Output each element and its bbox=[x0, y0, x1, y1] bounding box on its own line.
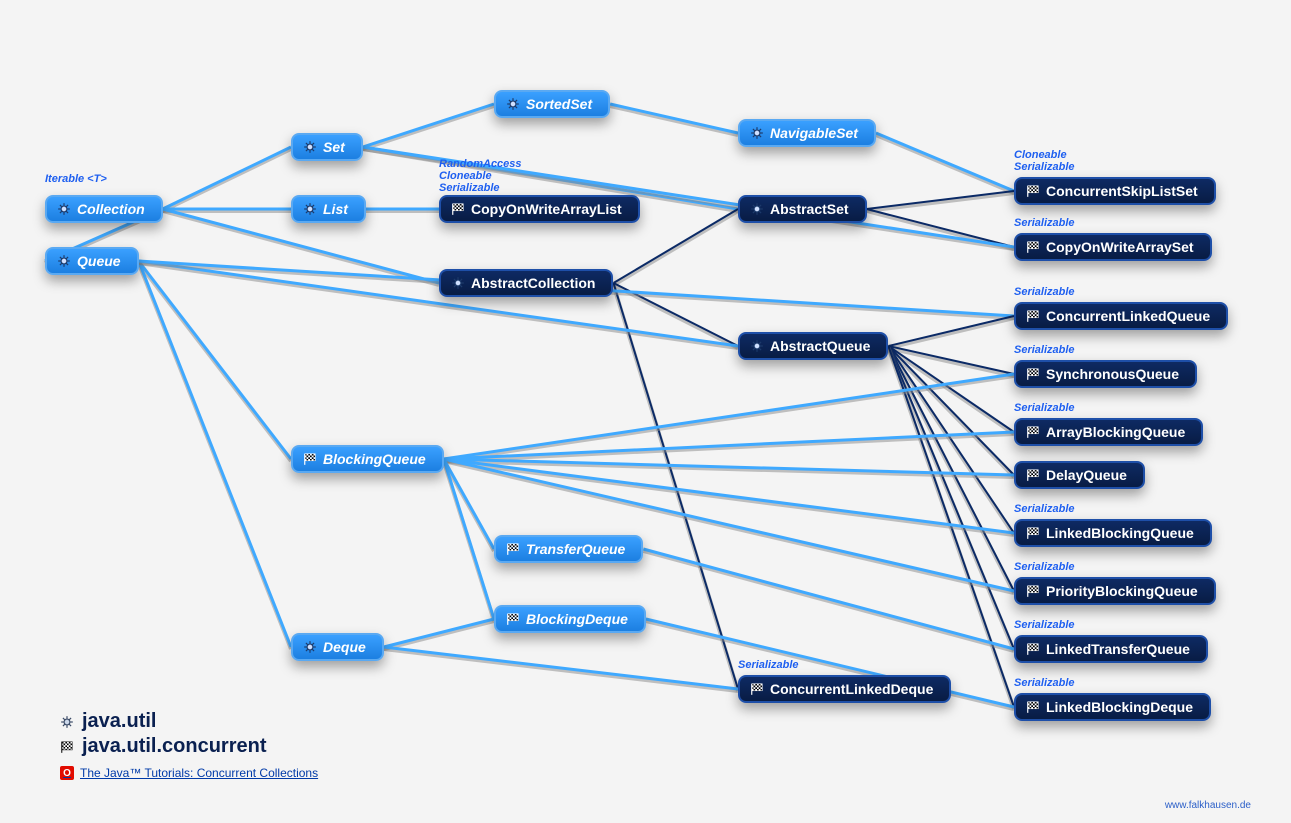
gear-icon bbox=[506, 97, 520, 111]
node-set[interactable]: Set bbox=[291, 133, 363, 161]
flag-icon bbox=[1026, 425, 1040, 439]
node-arrayblockingqueue[interactable]: ArrayBlockingQueue bbox=[1014, 418, 1203, 446]
node-label: Deque bbox=[323, 639, 366, 655]
tag-iterable: Iterable <T> bbox=[45, 173, 107, 185]
flag-icon bbox=[1026, 584, 1040, 598]
node-label: Queue bbox=[77, 253, 121, 269]
tutorial-label: The Java™ Tutorials: Concurrent Collecti… bbox=[80, 766, 318, 780]
legend-util: java.util bbox=[60, 710, 318, 733]
node-linkedblockingqueue[interactable]: LinkedBlockingQueue bbox=[1014, 519, 1212, 547]
gear-icon bbox=[451, 276, 465, 290]
interface-tag: RandomAccessCloneableSerializable bbox=[439, 158, 522, 194]
interface-tag: Serializable bbox=[1014, 344, 1075, 356]
node-linkedtransferqueue[interactable]: LinkedTransferQueue bbox=[1014, 635, 1208, 663]
gear-icon bbox=[57, 202, 71, 216]
diagram-canvas: { "nodes":{ "iterable":{"label":"Iterabl… bbox=[0, 0, 1291, 823]
node-blockingdeque[interactable]: BlockingDeque bbox=[494, 605, 646, 633]
gear-icon bbox=[750, 126, 764, 140]
node-label: DelayQueue bbox=[1046, 467, 1127, 483]
flag-icon bbox=[60, 740, 74, 754]
flag-icon bbox=[1026, 240, 1040, 254]
node-deque[interactable]: Deque bbox=[291, 633, 384, 661]
gear-icon bbox=[303, 140, 317, 154]
flag-icon bbox=[1026, 309, 1040, 323]
flag-icon bbox=[1026, 184, 1040, 198]
node-label: PriorityBlockingQueue bbox=[1046, 583, 1198, 599]
node-delayqueue[interactable]: DelayQueue bbox=[1014, 461, 1145, 489]
node-label: LinkedBlockingDeque bbox=[1046, 699, 1193, 715]
flag-icon bbox=[750, 682, 764, 696]
oracle-icon: O bbox=[60, 766, 74, 780]
flag-icon bbox=[303, 452, 317, 466]
node-label: AbstractSet bbox=[770, 201, 849, 217]
legend: java.util java.util.concurrent O The Jav… bbox=[60, 710, 318, 780]
node-transferqueue[interactable]: TransferQueue bbox=[494, 535, 643, 563]
tutorial-link[interactable]: O The Java™ Tutorials: Concurrent Collec… bbox=[60, 766, 318, 780]
gear-icon bbox=[750, 339, 764, 353]
legend-conc-label: java.util.concurrent bbox=[82, 735, 267, 758]
interface-tag: Serializable bbox=[1014, 286, 1075, 298]
node-label: ConcurrentLinkedQueue bbox=[1046, 308, 1210, 324]
gear-icon bbox=[60, 715, 74, 729]
interface-tag: CloneableSerializable bbox=[1014, 149, 1075, 173]
node-queue[interactable]: Queue bbox=[45, 247, 139, 275]
node-blockingqueue[interactable]: BlockingQueue bbox=[291, 445, 444, 473]
interface-tag: Serializable bbox=[1014, 561, 1075, 573]
gear-icon bbox=[750, 202, 764, 216]
flag-icon bbox=[506, 542, 520, 556]
node-label: ArrayBlockingQueue bbox=[1046, 424, 1185, 440]
node-abstractcollection[interactable]: AbstractCollection bbox=[439, 269, 613, 297]
interface-tag: Serializable bbox=[738, 659, 799, 671]
node-conclinkedqueue[interactable]: ConcurrentLinkedQueue bbox=[1014, 302, 1228, 330]
interface-tag: Serializable bbox=[1014, 503, 1075, 515]
flag-icon bbox=[1026, 367, 1040, 381]
node-abstractset[interactable]: AbstractSet bbox=[738, 195, 867, 223]
node-navigableset[interactable]: NavigableSet bbox=[738, 119, 876, 147]
node-label: Collection bbox=[77, 201, 145, 217]
node-label: SynchronousQueue bbox=[1046, 366, 1179, 382]
node-label: LinkedBlockingQueue bbox=[1046, 525, 1194, 541]
flag-icon bbox=[1026, 468, 1040, 482]
legend-util-label: java.util bbox=[82, 710, 156, 733]
node-label: Set bbox=[323, 139, 345, 155]
interface-tag: Serializable bbox=[1014, 402, 1075, 414]
node-label: CopyOnWriteArrayList bbox=[471, 201, 622, 217]
node-abstractqueue[interactable]: AbstractQueue bbox=[738, 332, 888, 360]
gear-icon bbox=[303, 202, 317, 216]
gear-icon bbox=[57, 254, 71, 268]
legend-conc: java.util.concurrent bbox=[60, 735, 318, 758]
node-label: BlockingQueue bbox=[323, 451, 426, 467]
credit-text: www.falkhausen.de bbox=[1165, 800, 1251, 811]
node-syncqueue[interactable]: SynchronousQueue bbox=[1014, 360, 1197, 388]
gear-icon bbox=[303, 640, 317, 654]
node-label: SortedSet bbox=[526, 96, 592, 112]
node-label: CopyOnWriteArraySet bbox=[1046, 239, 1194, 255]
flag-icon bbox=[1026, 526, 1040, 540]
node-concskiplistset[interactable]: ConcurrentSkipListSet bbox=[1014, 177, 1216, 205]
node-label: ConcurrentLinkedDeque bbox=[770, 681, 933, 697]
node-label: AbstractCollection bbox=[471, 275, 595, 291]
node-copowset[interactable]: CopyOnWriteArraySet bbox=[1014, 233, 1212, 261]
node-collection[interactable]: Collection bbox=[45, 195, 163, 223]
node-label: AbstractQueue bbox=[770, 338, 870, 354]
node-priorityblockingqueue[interactable]: PriorityBlockingQueue bbox=[1014, 577, 1216, 605]
node-linkedblockingdeque[interactable]: LinkedBlockingDeque bbox=[1014, 693, 1211, 721]
interface-tag: Serializable bbox=[1014, 677, 1075, 689]
node-label: List bbox=[323, 201, 348, 217]
interface-tag: Serializable bbox=[1014, 217, 1075, 229]
node-label: ConcurrentSkipListSet bbox=[1046, 183, 1198, 199]
node-label: LinkedTransferQueue bbox=[1046, 641, 1190, 657]
flag-icon bbox=[506, 612, 520, 626]
flag-icon bbox=[1026, 700, 1040, 714]
node-list[interactable]: List bbox=[291, 195, 366, 223]
node-label: NavigableSet bbox=[770, 125, 858, 141]
flag-icon bbox=[1026, 642, 1040, 656]
node-copowlist[interactable]: CopyOnWriteArrayList bbox=[439, 195, 640, 223]
flag-icon bbox=[451, 202, 465, 216]
node-label: TransferQueue bbox=[526, 541, 625, 557]
node-concurrentlinkeddeque[interactable]: ConcurrentLinkedDeque bbox=[738, 675, 951, 703]
node-sortedset[interactable]: SortedSet bbox=[494, 90, 610, 118]
node-label: BlockingDeque bbox=[526, 611, 628, 627]
interface-tag: Serializable bbox=[1014, 619, 1075, 631]
